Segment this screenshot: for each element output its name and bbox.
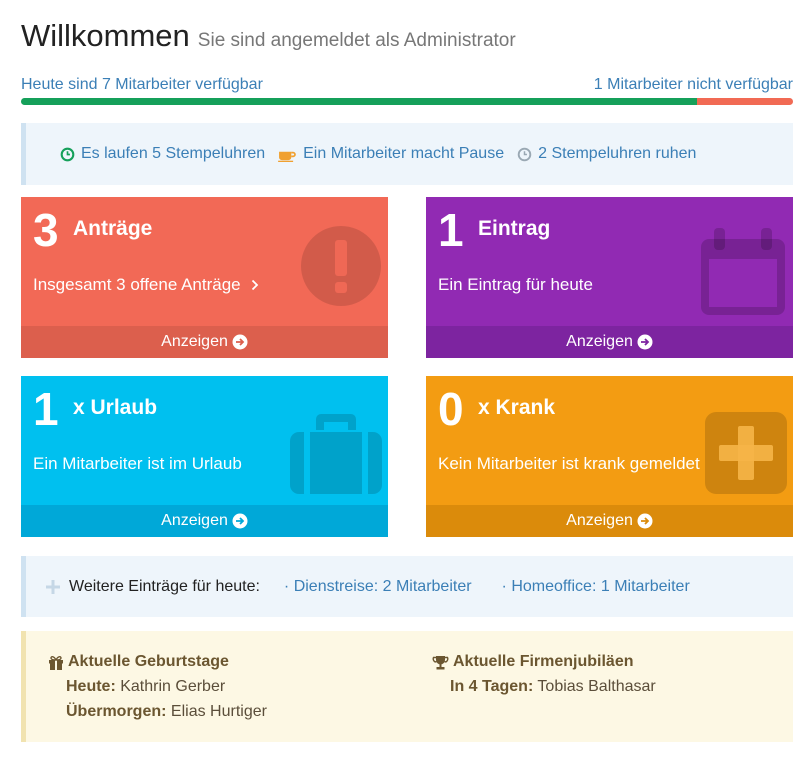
coffee-icon	[278, 151, 296, 162]
clock-pause-item[interactable]: Ein Mitarbeiter macht Pause	[278, 145, 504, 163]
sick-show-button[interactable]: Anzeigen	[426, 505, 793, 537]
requests-description-link[interactable]: Insgesamt 3 offene Anträge	[33, 275, 262, 295]
anniversaries-column: Aktuelle Firmenjubiläen In 4 Tagen: Tobi…	[432, 653, 656, 696]
home-office-link[interactable]: · Homeoffice: 1 Mitarbeiter	[502, 578, 690, 596]
anniversary-when: In 4 Tagen:	[450, 678, 534, 695]
unavailable-employees-link[interactable]: 1 Mitarbeiter nicht verfügbar	[594, 76, 793, 94]
birthday-row: Heute: Kathrin Gerber	[66, 678, 267, 696]
clock-running-label: Es laufen 5 Stempeluhren	[81, 145, 266, 162]
sick-count: 0	[438, 383, 464, 435]
availability-bar-available	[21, 98, 697, 105]
sick-description: Kein Mitarbeiter ist krank gemeldet	[438, 454, 700, 473]
clock-running-item[interactable]: Es laufen 5 Stempeluhren	[60, 145, 265, 163]
requests-title: Anträge	[73, 217, 153, 240]
arrow-circle-right-icon	[232, 513, 248, 529]
arrow-circle-right-icon	[637, 334, 653, 350]
login-info: Sie sind angemeldet als Administrator	[197, 30, 516, 51]
birthdays-title: Aktuelle Geburtstage	[68, 653, 229, 670]
business-trip-link[interactable]: · Dienstreise: 2 Mitarbeiter	[284, 578, 472, 596]
birthdays-panel: Aktuelle Geburtstage Heute: Kathrin Gerb…	[21, 631, 793, 742]
anniversaries-heading: Aktuelle Firmenjubiläen	[432, 653, 656, 671]
birthdays-heading: Aktuelle Geburtstage	[48, 653, 267, 671]
vacation-tile: 1 x Urlaub Ein Mitarbeiter ist im Urlaub…	[21, 376, 388, 537]
birthday-when: Heute:	[66, 678, 116, 695]
plus-icon	[46, 579, 60, 594]
sick-tile: 0 x Krank Kein Mitarbeiter ist krank gem…	[426, 376, 793, 537]
entries-show-label: Anzeigen	[566, 333, 633, 350]
clock-idle-icon	[517, 147, 532, 161]
arrow-circle-right-icon	[637, 513, 653, 529]
clock-status-panel: Es laufen 5 Stempeluhren Ein Mitarbeiter…	[21, 123, 793, 185]
arrow-circle-right-icon	[232, 334, 248, 350]
vacation-show-label: Anzeigen	[161, 512, 228, 529]
requests-count: 3	[33, 204, 59, 256]
availability-bar-unavailable	[696, 98, 793, 105]
trophy-icon	[432, 655, 449, 669]
anniversaries-title: Aktuelle Firmenjubiläen	[453, 653, 634, 670]
requests-show-label: Anzeigen	[161, 333, 228, 350]
available-employees-link[interactable]: Heute sind 7 Mitarbeiter verfügbar	[21, 76, 263, 94]
birthday-when: Übermorgen:	[66, 703, 167, 720]
calendar-icon	[701, 228, 785, 315]
exclamation-circle-icon	[301, 226, 381, 306]
vacation-show-button[interactable]: Anzeigen	[21, 505, 388, 537]
entries-title: Eintrag	[478, 217, 551, 240]
anniversary-name: Tobias Balthasar	[537, 678, 656, 695]
entries-show-button[interactable]: Anzeigen	[426, 326, 793, 358]
availability-bar	[21, 98, 793, 105]
entries-description: Ein Eintrag für heute	[438, 275, 593, 294]
birthday-row: Übermorgen: Elias Hurtiger	[66, 703, 267, 721]
clock-idle-item[interactable]: 2 Stempeluhren ruhen	[517, 145, 696, 163]
more-entries-label: Weitere Einträge für heute:	[69, 577, 260, 595]
clock-pause-label: Ein Mitarbeiter macht Pause	[303, 145, 505, 162]
chevron-right-icon	[251, 279, 258, 291]
birthdays-column: Aktuelle Geburtstage Heute: Kathrin Gerb…	[48, 653, 267, 721]
availability-labels: Heute sind 7 Mitarbeiter verfügbar 1 Mit…	[21, 76, 793, 98]
clock-running-icon	[60, 147, 75, 161]
medical-plus-icon	[705, 412, 787, 494]
anniversary-row: In 4 Tagen: Tobias Balthasar	[450, 678, 656, 696]
vacation-title: x Urlaub	[73, 396, 158, 419]
requests-show-button[interactable]: Anzeigen	[21, 326, 388, 358]
welcome-header: Willkommen Sie sind angemeldet als Admin…	[21, 18, 516, 58]
clock-idle-label: 2 Stempeluhren ruhen	[538, 145, 697, 162]
birthday-name: Kathrin Gerber	[120, 678, 226, 695]
more-entries-panel: Weitere Einträge für heute: · Dienstreis…	[21, 556, 793, 617]
sick-show-label: Anzeigen	[566, 512, 633, 529]
vacation-description: Ein Mitarbeiter ist im Urlaub	[33, 454, 242, 473]
gift-icon	[49, 655, 63, 670]
birthday-name: Elias Hurtiger	[170, 703, 267, 720]
sick-title: x Krank	[478, 396, 556, 419]
entries-tile: 1 Eintrag Ein Eintrag für heute Anzeigen	[426, 197, 793, 358]
suitcase-icon	[290, 414, 382, 494]
entries-count: 1	[438, 204, 464, 256]
page-title: Willkommen	[21, 18, 190, 53]
vacation-count: 1	[33, 383, 59, 435]
requests-tile: 3 Anträge Insgesamt 3 offene Anträge Anz…	[21, 197, 388, 358]
requests-description: Insgesamt 3 offene Anträge	[33, 275, 241, 294]
